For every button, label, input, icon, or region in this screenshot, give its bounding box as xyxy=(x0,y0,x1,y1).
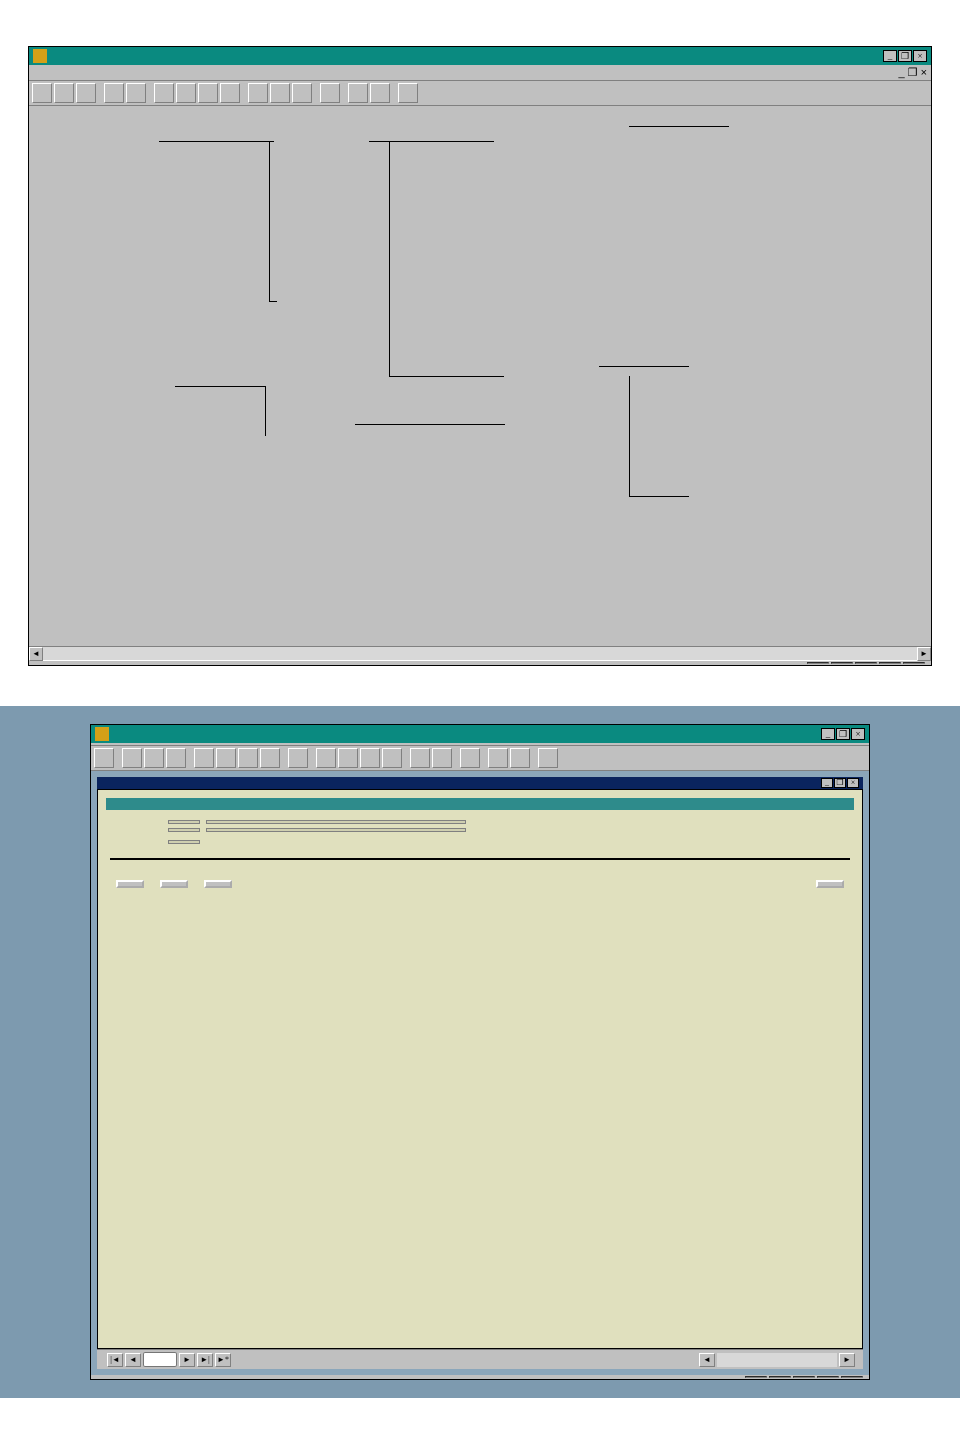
toolbar-button[interactable] xyxy=(538,748,558,768)
statusbar xyxy=(91,1375,869,1379)
ente-id-field[interactable] xyxy=(168,820,200,824)
toolbar-button[interactable] xyxy=(104,83,124,103)
print-button[interactable] xyxy=(160,880,188,888)
next-record-icon[interactable]: ► xyxy=(179,1353,195,1367)
toolbar-button[interactable] xyxy=(510,748,530,768)
toolbar-button[interactable] xyxy=(488,748,508,768)
toolbar-button[interactable] xyxy=(288,748,308,768)
scroll-left-icon[interactable]: ◄ xyxy=(29,647,43,661)
toolbar-button[interactable] xyxy=(460,748,480,768)
toolbar-button[interactable] xyxy=(348,83,368,103)
access-window: _ ❐ × _ ❐ × xyxy=(28,46,932,666)
preview-button[interactable] xyxy=(116,880,144,888)
toolbar-button[interactable] xyxy=(166,748,186,768)
titlebar: _ ❐ × xyxy=(29,47,931,65)
toolbar-button[interactable] xyxy=(194,748,214,768)
record-navigator: |◄ ◄ ► ►| ►* ◄ ► xyxy=(97,1349,863,1369)
toolbar-button[interactable] xyxy=(260,748,280,768)
window-controls: _ ❐ × xyxy=(883,50,927,62)
toolbar-button[interactable] xyxy=(220,83,240,103)
scroll-left-icon[interactable]: ◄ xyxy=(699,1353,715,1367)
scroll-right-icon[interactable]: ► xyxy=(839,1353,855,1367)
scroll-right-icon[interactable]: ► xyxy=(917,647,931,661)
horizontal-scrollbar[interactable]: ◄ ► xyxy=(29,646,931,660)
form-title xyxy=(106,798,854,810)
toolbar-button[interactable] xyxy=(198,83,218,103)
statusbar xyxy=(29,660,931,665)
toolbar-button[interactable] xyxy=(338,748,358,768)
access-form-window: _ ❐ × xyxy=(90,724,870,1380)
toolbar-button[interactable] xyxy=(54,83,74,103)
minimize-icon[interactable]: _ xyxy=(883,50,897,62)
toolbar-button[interactable] xyxy=(292,83,312,103)
first-record-icon[interactable]: |◄ xyxy=(107,1353,123,1367)
menubar: _ ❐ × xyxy=(29,65,931,81)
minimize-icon[interactable]: _ xyxy=(821,728,835,740)
status-num xyxy=(817,1376,839,1378)
form-body xyxy=(97,789,863,1349)
toolbar-button[interactable] xyxy=(410,748,430,768)
toolbar-button[interactable] xyxy=(238,748,258,768)
toolbar xyxy=(91,746,869,771)
new-record-icon[interactable]: ►* xyxy=(215,1353,231,1367)
toolbar-button[interactable] xyxy=(316,748,336,768)
close-icon[interactable]: × xyxy=(913,50,927,62)
toolbar-button[interactable] xyxy=(216,748,236,768)
toolbar-button[interactable] xyxy=(360,748,380,768)
record-number-field[interactable] xyxy=(143,1352,177,1367)
maximize-icon[interactable]: ❐ xyxy=(898,50,912,62)
inner-window-titlebar: _ ❐ × xyxy=(97,777,863,789)
exit-button[interactable] xyxy=(816,880,844,888)
maximize-icon[interactable]: ❐ xyxy=(834,778,846,788)
toolbar xyxy=(29,81,931,106)
close-icon[interactable]: × xyxy=(847,778,859,788)
toolbar-button[interactable] xyxy=(432,748,452,768)
inner-minimize-icon[interactable]: _ xyxy=(898,67,904,79)
toolbar-button[interactable] xyxy=(144,748,164,768)
status-num xyxy=(879,662,901,664)
toolbar-button[interactable] xyxy=(76,83,96,103)
toolbar-button[interactable] xyxy=(126,83,146,103)
toolbar-button[interactable] xyxy=(320,83,340,103)
access-key-icon xyxy=(95,727,109,741)
close-icon[interactable]: × xyxy=(851,728,865,740)
toolbar-button[interactable] xyxy=(248,83,268,103)
toolbar-button[interactable] xyxy=(382,748,402,768)
toolbar-button[interactable] xyxy=(154,83,174,103)
relationships-canvas[interactable] xyxy=(29,106,931,646)
toolbar-button[interactable] xyxy=(122,748,142,768)
maximize-icon[interactable]: ❐ xyxy=(836,728,850,740)
sito-name-field[interactable] xyxy=(206,828,466,832)
sito-id-field[interactable] xyxy=(168,828,200,832)
minimize-icon[interactable]: _ xyxy=(821,778,833,788)
excel-button[interactable] xyxy=(204,880,232,888)
inner-close-icon[interactable]: × xyxy=(921,67,927,79)
toolbar-button[interactable] xyxy=(270,83,290,103)
tesi-id-field[interactable] xyxy=(168,840,200,844)
toolbar-button[interactable] xyxy=(398,83,418,103)
access-key-icon xyxy=(33,49,47,63)
figure2-caption xyxy=(0,686,960,706)
prev-record-icon[interactable]: ◄ xyxy=(125,1353,141,1367)
titlebar: _ ❐ × xyxy=(91,725,869,743)
last-record-icon[interactable]: ►| xyxy=(197,1353,213,1367)
figure1-caption xyxy=(0,26,960,46)
page-number xyxy=(0,0,960,26)
ente-name-field[interactable] xyxy=(206,820,466,824)
figure2: _ ❐ × xyxy=(0,706,960,1398)
toolbar-button[interactable] xyxy=(370,83,390,103)
toolbar-button[interactable] xyxy=(94,748,114,768)
inner-restore-icon[interactable]: ❐ xyxy=(908,67,918,79)
toolbar-button[interactable] xyxy=(32,83,52,103)
results-grid[interactable] xyxy=(110,858,850,860)
figure1: _ ❐ × _ ❐ × xyxy=(28,46,932,666)
toolbar-button[interactable] xyxy=(176,83,196,103)
